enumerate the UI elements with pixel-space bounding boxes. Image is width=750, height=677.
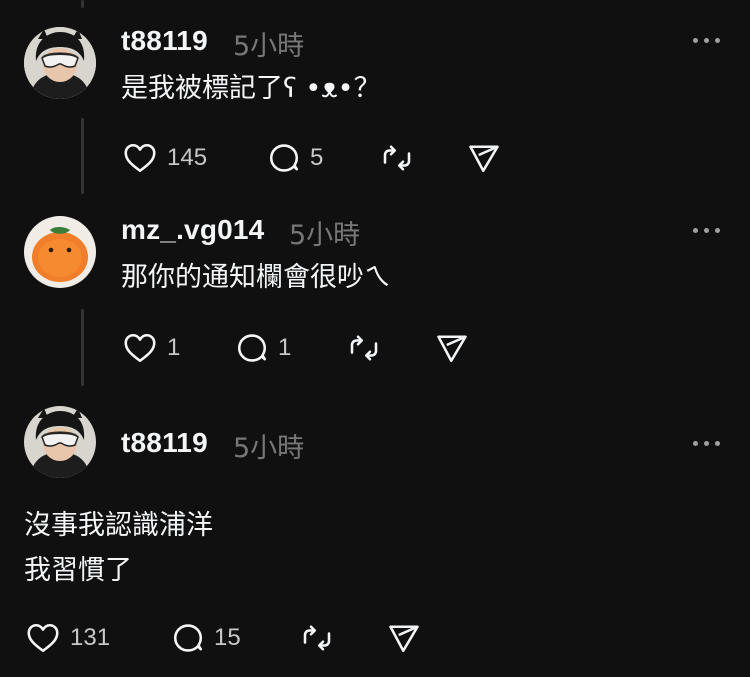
thread-line bbox=[81, 309, 84, 386]
repost-icon bbox=[350, 335, 378, 361]
more-options-icon[interactable] bbox=[693, 37, 721, 45]
like-button[interactable]: 131 bbox=[24, 620, 110, 656]
avatar[interactable] bbox=[24, 216, 96, 288]
more-options-icon[interactable] bbox=[693, 227, 721, 235]
comment-bubble-icon bbox=[269, 144, 299, 172]
heart-icon bbox=[27, 623, 59, 653]
reply-count: 1 bbox=[278, 334, 292, 361]
comment-timestamp: 5小時 bbox=[289, 220, 361, 251]
thread-line bbox=[81, 118, 84, 194]
send-icon bbox=[469, 145, 499, 173]
heart-icon bbox=[124, 333, 156, 363]
comment-username[interactable]: t88119 bbox=[121, 25, 208, 57]
repost-button[interactable] bbox=[345, 330, 383, 366]
send-icon bbox=[437, 335, 467, 363]
repost-icon bbox=[303, 625, 331, 651]
comment-username[interactable]: t88119 bbox=[121, 427, 208, 459]
comment-bubble-icon bbox=[173, 624, 203, 652]
send-icon bbox=[389, 625, 419, 653]
avatar[interactable] bbox=[24, 27, 96, 99]
reply-count: 5 bbox=[310, 144, 324, 171]
more-options-icon[interactable] bbox=[693, 440, 721, 448]
reply-count: 15 bbox=[214, 624, 241, 651]
comment-text: 那你的通知欄會很吵ㄟ bbox=[121, 262, 391, 293]
share-button[interactable] bbox=[386, 620, 422, 656]
share-button[interactable] bbox=[434, 330, 470, 366]
comment-text-line-1: 沒事我認識浦洋 bbox=[24, 510, 213, 541]
comment-text: 是我被標記了ʕ •ᴥ•？ bbox=[121, 73, 381, 104]
repost-button[interactable] bbox=[378, 140, 416, 176]
like-button[interactable]: 145 bbox=[121, 140, 207, 176]
comment-username[interactable]: mz_.vg014 bbox=[121, 214, 264, 246]
like-count: 145 bbox=[167, 144, 208, 171]
heart-icon bbox=[124, 143, 156, 173]
thread-line-top bbox=[81, 0, 84, 8]
like-button[interactable]: 1 bbox=[121, 330, 180, 366]
repost-button[interactable] bbox=[298, 620, 336, 656]
comment-bubble-icon bbox=[237, 334, 267, 362]
comment-timestamp: 5小時 bbox=[233, 433, 305, 464]
comment-text-line-2: 我習慣了 bbox=[24, 555, 132, 586]
avatar[interactable] bbox=[24, 406, 96, 478]
reply-button[interactable]: 1 bbox=[234, 330, 291, 366]
repost-icon bbox=[383, 145, 411, 171]
reply-button[interactable]: 5 bbox=[266, 140, 323, 176]
share-button[interactable] bbox=[466, 140, 502, 176]
like-count: 131 bbox=[70, 624, 111, 651]
like-count: 1 bbox=[167, 334, 181, 361]
reply-button[interactable]: 15 bbox=[170, 620, 241, 656]
comment-timestamp: 5小時 bbox=[233, 31, 305, 62]
